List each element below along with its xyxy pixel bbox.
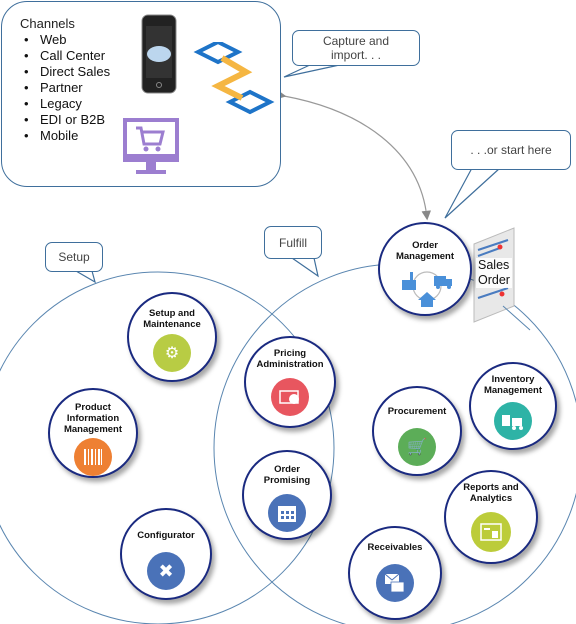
channel-item: Call Center <box>24 48 110 64</box>
channels-list: Web Call Center Direct Sales Partner Leg… <box>24 32 110 144</box>
procurement-label: Procurement <box>387 406 447 417</box>
channel-item: EDI or B2B <box>24 112 110 128</box>
channels-panel: Channels Web Call Center Direct Sales Pa… <box>1 1 281 187</box>
online-shopping-monitor-icon <box>123 118 179 174</box>
setup-maintenance-label: Setup and Maintenance <box>143 308 201 330</box>
order-management-node[interactable]: Order Management <box>378 222 472 316</box>
capture-import-callout: Capture and import. . . <box>292 30 420 66</box>
order-management-label: Order Management <box>395 240 455 262</box>
fulfill-callout-tail <box>291 257 319 278</box>
channel-item: Partner <box>24 80 110 96</box>
configurator-label: Configurator <box>137 530 195 541</box>
setup-callout: Setup <box>45 242 103 272</box>
channel-item: Mobile <box>24 128 110 144</box>
barcode-icon <box>74 438 112 476</box>
start-callout-tail <box>444 167 501 219</box>
reports-analytics-node[interactable]: Reports and Analytics <box>444 470 538 564</box>
pricing-administration-node[interactable]: Pricing Administration <box>244 336 336 428</box>
pricing-chart-icon <box>271 378 309 416</box>
pricing-administration-label: Pricing Administration <box>256 348 324 370</box>
setup-callout-tail <box>75 270 96 284</box>
order-promising-label: Order Promising <box>263 464 311 486</box>
receivables-node[interactable]: Receivables <box>348 526 442 620</box>
gears-icon: ⚙ <box>153 334 191 372</box>
receivables-label: Receivables <box>367 542 423 553</box>
setup-maintenance-node[interactable]: Setup and Maintenance ⚙ <box>127 292 217 382</box>
start-here-callout: . . .or start here <box>451 130 571 170</box>
fulfill-callout: Fulfill <box>264 226 322 259</box>
reports-dashboard-icon <box>471 512 511 552</box>
factory-truck-home-icon <box>402 271 452 307</box>
product-information-management-node[interactable]: Product Information Management <box>48 388 138 478</box>
inventory-management-node[interactable]: Inventory Management <box>469 362 557 450</box>
product-information-management-label: Product Information Management <box>63 402 123 435</box>
sales-order-line1: Sales <box>478 258 510 272</box>
channel-item: Web <box>24 32 110 48</box>
forklift-icon <box>494 402 532 440</box>
reports-analytics-label: Reports and Analytics <box>463 482 519 504</box>
network-connection-icon <box>193 42 275 115</box>
sales-order-line2: Order <box>478 273 510 287</box>
order-promising-node[interactable]: Order Promising <box>242 450 332 540</box>
wrench-hammer-icon: ✖ <box>147 552 185 590</box>
channels-title: Channels <box>20 16 75 31</box>
calendar-icon <box>268 494 306 532</box>
procurement-node[interactable]: Procurement 🛒 <box>372 386 462 476</box>
shopping-cart-icon: 🛒 <box>398 428 436 466</box>
smartphone-icon <box>141 14 177 94</box>
channel-item: Direct Sales <box>24 64 110 80</box>
channel-item: Legacy <box>24 96 110 112</box>
flow-arrow <box>276 89 432 221</box>
inventory-management-label: Inventory Management <box>483 374 543 396</box>
invoice-mail-icon <box>376 564 414 602</box>
configurator-node[interactable]: Configurator ✖ <box>120 508 212 600</box>
sales-order-label: Sales Order <box>476 258 512 288</box>
